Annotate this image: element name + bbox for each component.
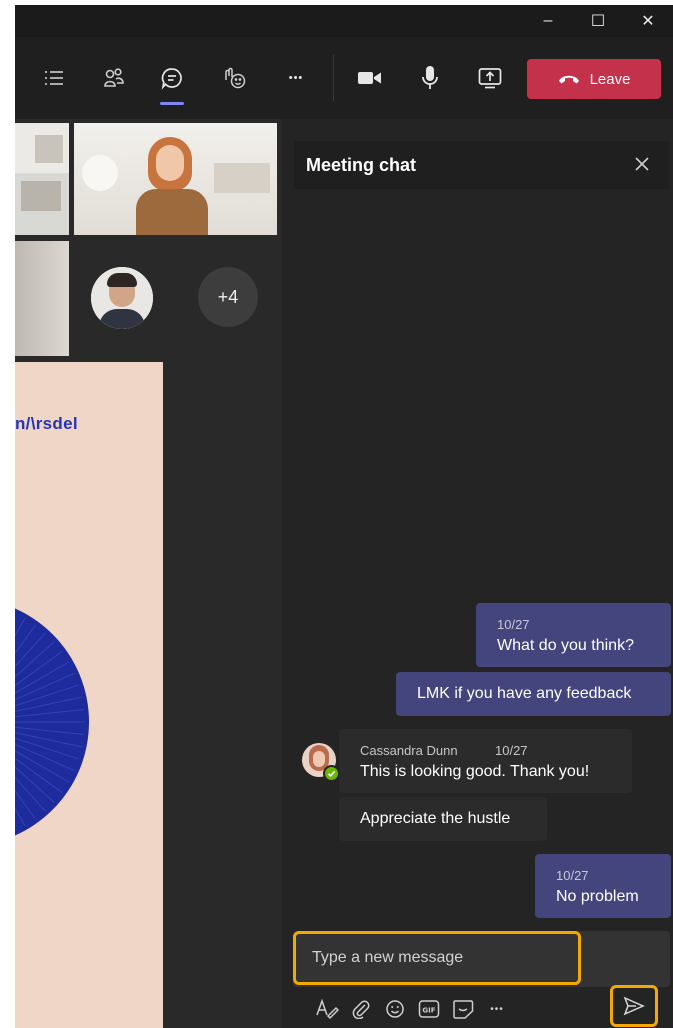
meeting-chat-panel: Meeting chat 10/27 What do you think? LM… [282, 119, 673, 1028]
emoji-icon [386, 1000, 404, 1018]
participant-video-tile[interactable] [15, 241, 69, 356]
format-button[interactable] [314, 996, 340, 1022]
chat-message-outgoing[interactable]: LMK if you have any feedback [396, 672, 671, 716]
presence-available-icon [323, 765, 340, 782]
more-options-button[interactable]: ••• [484, 996, 510, 1022]
chat-button[interactable] [153, 59, 191, 105]
sticker-icon [453, 1000, 474, 1019]
chat-header: Meeting chat [294, 141, 669, 189]
close-window-button[interactable]: ✕ [623, 5, 673, 37]
shared-presentation-slide: n/\rsdel [15, 362, 163, 1028]
close-icon [635, 157, 649, 171]
close-icon: ✕ [641, 13, 655, 30]
teams-meeting-window: – ☐ ✕ ••• Leave +4 n/\rsdel Meeting chat… [15, 5, 673, 1028]
participant-avatar[interactable] [91, 267, 153, 329]
leave-label: Leave [589, 70, 631, 88]
close-chat-button[interactable] [631, 153, 653, 175]
share-screen-icon [478, 68, 502, 89]
emoji-button[interactable] [382, 996, 408, 1022]
minimize-icon: – [543, 12, 553, 29]
message-text: Appreciate the hustle [360, 810, 511, 827]
camera-icon [358, 72, 381, 84]
more-icon: ••• [288, 72, 304, 84]
hang-up-icon [558, 75, 579, 84]
share-screen-button[interactable] [471, 59, 509, 97]
compose-box [293, 931, 670, 987]
maximize-button[interactable]: ☐ [573, 5, 623, 37]
chat-message-incoming[interactable]: Cassandra Dunn 10/27 This is looking goo… [339, 729, 632, 793]
send-icon [623, 996, 645, 1016]
message-input[interactable] [293, 931, 581, 985]
more-icon: ••• [490, 1003, 504, 1015]
chat-message-incoming[interactable]: Appreciate the hustle [339, 797, 547, 841]
message-timestamp: 10/27 [495, 743, 528, 758]
meeting-stage: +4 n/\rsdel [15, 119, 282, 1028]
chat-title: Meeting chat [306, 155, 417, 175]
leave-button[interactable]: Leave [527, 59, 661, 99]
message-timestamp: 10/27 [556, 868, 589, 883]
message-timestamp: 10/27 [497, 617, 530, 632]
gif-icon: GIF [418, 1000, 440, 1018]
reactions-icon [225, 67, 246, 89]
overflow-count: +4 [217, 286, 239, 307]
people-icon [104, 68, 124, 87]
gif-button[interactable]: GIF [416, 996, 442, 1022]
participant-video-tile-featured[interactable] [74, 123, 277, 235]
microphone-icon [422, 66, 438, 89]
minimize-button[interactable]: – [523, 5, 573, 37]
more-participants-badge[interactable]: +4 [198, 267, 258, 327]
slide-graphic [15, 608, 89, 836]
chat-message-outgoing[interactable]: 10/27 No problem [535, 854, 671, 918]
microphone-button[interactable] [411, 59, 449, 97]
message-text: LMK if you have any feedback [417, 685, 632, 702]
gif-label: GIF [422, 1007, 435, 1015]
participant-video-tile[interactable] [15, 123, 69, 235]
chat-icon [161, 68, 182, 90]
attach-button[interactable] [348, 996, 374, 1022]
message-text: What do you think? [497, 637, 634, 654]
people-button[interactable] [95, 59, 133, 97]
message-text: No problem [556, 888, 639, 905]
format-text-icon [316, 998, 339, 1020]
paperclip-icon [352, 1000, 370, 1019]
maximize-icon: ☐ [590, 13, 606, 30]
participants-list-button[interactable] [35, 59, 73, 97]
participants-list-icon [45, 71, 63, 85]
more-actions-button[interactable]: ••• [277, 59, 315, 97]
title-bar: – ☐ ✕ [15, 5, 673, 37]
chat-message-outgoing[interactable]: 10/27 What do you think? [476, 603, 671, 667]
meeting-toolbar: ••• Leave [15, 37, 673, 119]
sticker-button[interactable] [450, 996, 476, 1022]
message-text: This is looking good. Thank you! [360, 763, 590, 780]
send-button[interactable] [610, 985, 658, 1027]
toolbar-divider [333, 55, 334, 101]
camera-button[interactable] [351, 59, 389, 97]
reactions-button[interactable] [215, 59, 253, 97]
message-author: Cassandra Dunn [360, 743, 458, 758]
